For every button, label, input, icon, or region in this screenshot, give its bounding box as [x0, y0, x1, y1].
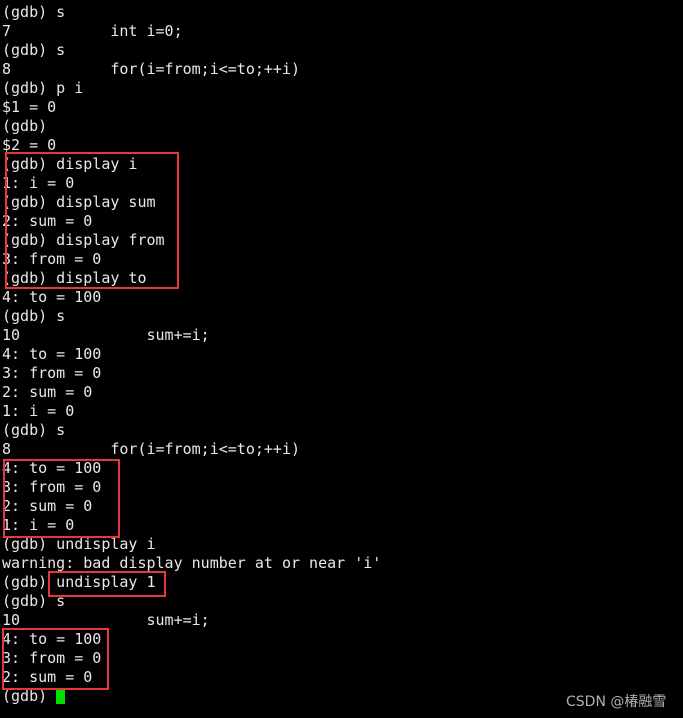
terminal-line: (gdb) s	[2, 307, 66, 325]
terminal-line: $1 = 0	[2, 98, 57, 116]
terminal-line: (gdb) s	[2, 421, 66, 439]
watermark: CSDN @椿融雪	[566, 694, 667, 710]
terminal-line: 2: sum = 0	[2, 383, 93, 401]
cursor-icon	[56, 688, 66, 704]
terminal-line: (gdb) s	[2, 41, 66, 59]
highlight-box-display-output	[3, 459, 120, 538]
highlight-box-undisplay	[48, 571, 166, 597]
terminal-line: (gdb) s	[2, 3, 66, 21]
terminal-line: (gdb)	[2, 117, 48, 135]
terminal-line: 1: i = 0	[2, 402, 75, 420]
terminal-line: 3: from = 0	[2, 364, 102, 382]
terminal-line: 4: to = 100	[2, 288, 102, 306]
terminal-line: 8 for(i=from;i<=to;++i)	[2, 440, 301, 458]
terminal-line: 8 for(i=from;i<=to;++i)	[2, 60, 301, 78]
terminal-output[interactable]: (gdb) s7 int i=0; (gdb) s8 for(i=from;i<=…	[2, 3, 381, 706]
terminal-line: 10 sum+=i;	[2, 326, 210, 344]
terminal-line: 7 int i=0;	[2, 22, 183, 40]
terminal-line: (gdb) p i	[2, 79, 84, 97]
highlight-box-after-undisplay	[2, 628, 109, 690]
highlight-box-display	[5, 152, 179, 289]
terminal-line: 4: to = 100	[2, 345, 102, 363]
